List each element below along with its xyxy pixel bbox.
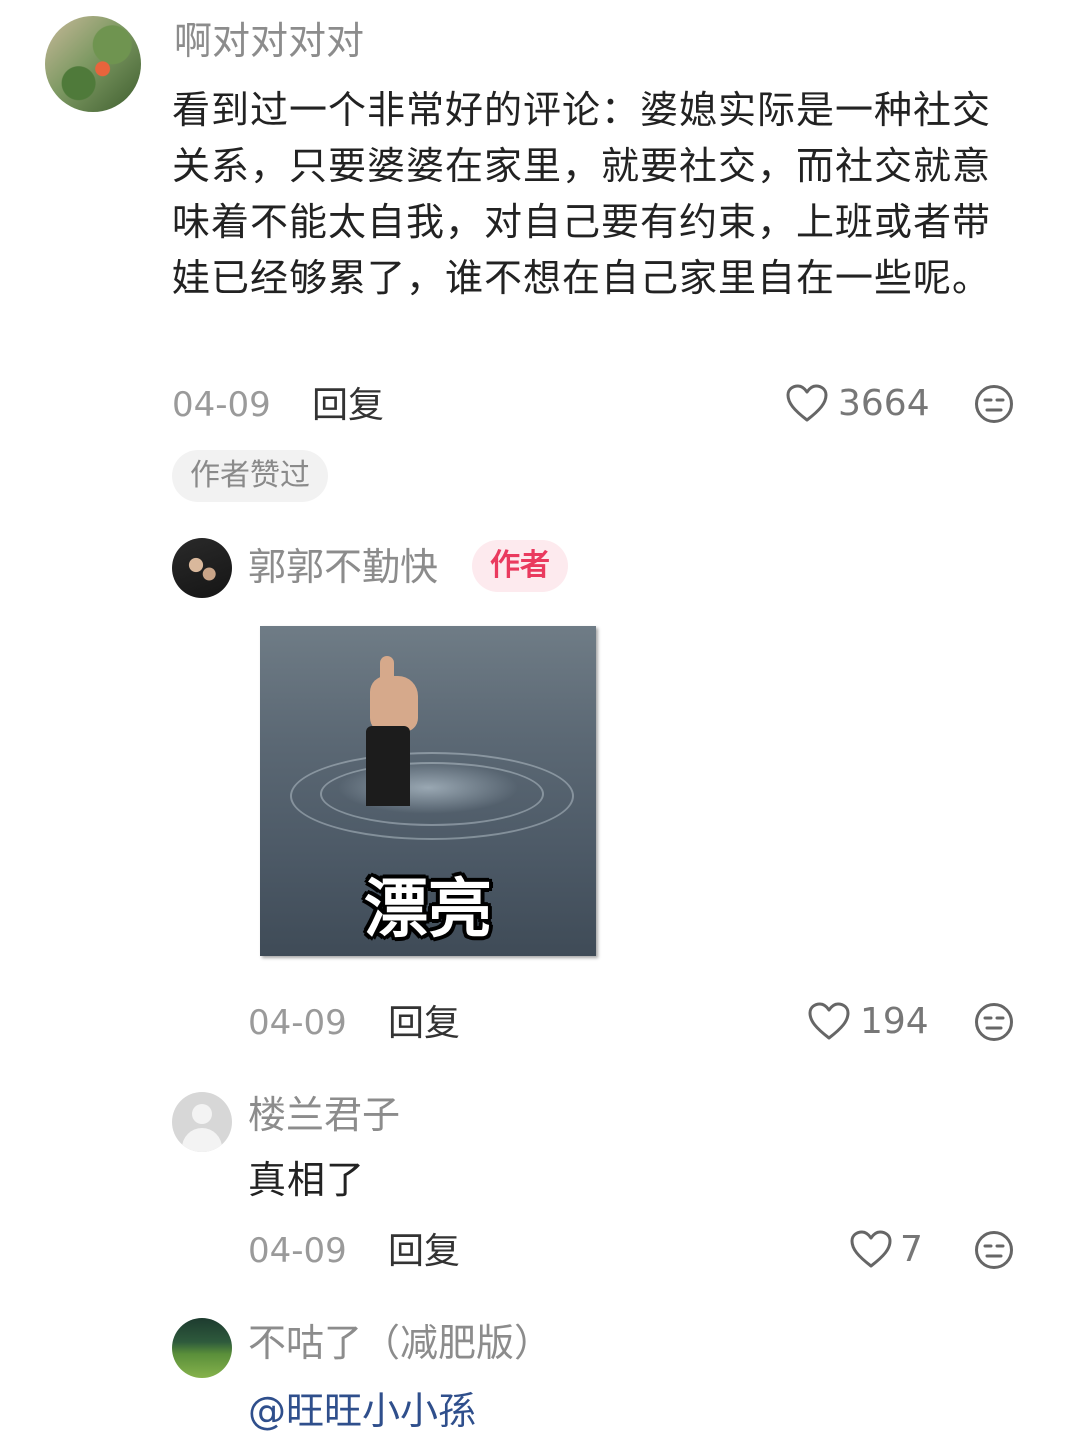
author-username[interactable]: 郭郭不勤快: [248, 548, 438, 586]
comment-date: 04-09: [248, 1231, 347, 1271]
heart-outline-icon[interactable]: [786, 384, 828, 424]
commenter-username[interactable]: 楼兰君子: [248, 1096, 400, 1134]
neutral-face-icon[interactable]: [974, 1230, 1014, 1270]
heart-outline-icon[interactable]: [808, 1002, 850, 1042]
like-count: 194: [860, 1001, 929, 1042]
sticker-image[interactable]: 漂亮: [260, 626, 596, 956]
heart-outline-icon[interactable]: [850, 1230, 892, 1270]
comment-text[interactable]: 看到过一个非常好的评论：婆媳实际是一种社交关系，只要婆婆在家里，就要社交，而社交…: [172, 82, 1022, 306]
neutral-face-icon[interactable]: [974, 384, 1014, 424]
comment-text[interactable]: 真相了: [248, 1152, 365, 1208]
reply-button[interactable]: 回复: [388, 1234, 460, 1270]
author-badge: 作者: [472, 540, 568, 592]
commenter-username[interactable]: 啊对对对对: [174, 22, 364, 60]
author-avatar[interactable]: [172, 538, 232, 598]
sticker-caption: 漂亮: [364, 873, 492, 947]
neutral-face-icon[interactable]: [974, 1002, 1014, 1042]
reply-button[interactable]: 回复: [312, 388, 384, 424]
like-count: 3664: [838, 383, 930, 424]
mention-link[interactable]: @旺旺小小孫: [248, 1392, 476, 1430]
commenter-avatar[interactable]: [172, 1092, 232, 1152]
comment-date: 04-09: [248, 1003, 347, 1043]
reply-button[interactable]: 回复: [388, 1006, 460, 1042]
commenter-username[interactable]: 不咕了（减肥版）: [248, 1324, 552, 1362]
like-count: 7: [900, 1229, 923, 1270]
comment-date: 04-09: [172, 385, 271, 425]
commenter-avatar[interactable]: [172, 1318, 232, 1378]
commenter-avatar[interactable]: [45, 16, 141, 112]
author-liked-tag: 作者赞过: [172, 450, 328, 502]
